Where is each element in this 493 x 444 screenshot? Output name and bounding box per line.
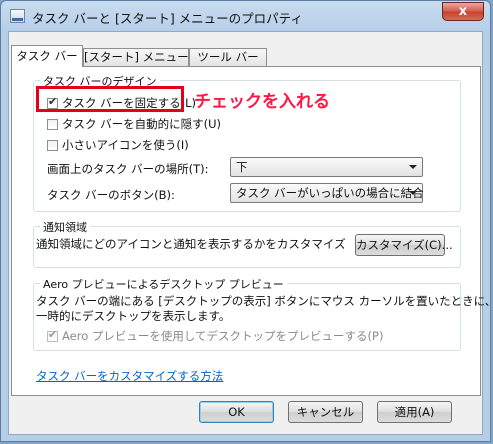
checkbox-box[interactable] [47, 118, 58, 130]
location-dropdown[interactable]: 下 [230, 157, 423, 177]
checkbox-box[interactable] [47, 328, 58, 342]
aero-description-line2: 一時的にデスクトップを表示します。 [36, 309, 231, 323]
tab-toolbars[interactable]: ツール バー [189, 48, 267, 66]
apply-button[interactable]: 適用(A) [377, 401, 452, 423]
help-link[interactable]: タスク バーをカスタマイズする方法 [36, 368, 223, 384]
customize-button[interactable]: カスタマイズ(C)... [355, 234, 453, 256]
checkbox-label: Aero プレビューを使用してデスクトップをプレビューする(P) [62, 329, 384, 343]
taskbar-buttons-dropdown[interactable]: タスク バーがいっぱいの場合に結合 [230, 183, 424, 203]
window-title: タスク バーと [スタート] メニューのプロパティ [32, 11, 303, 26]
small-icons-checkbox[interactable]: 小さいアイコンを使う(I) [47, 137, 189, 153]
chevron-down-icon [409, 191, 417, 195]
ok-button[interactable]: OK [199, 401, 274, 423]
aero-peek-checkbox[interactable]: Aero プレビューを使用してデスクトップをプレビューする(P) [47, 328, 383, 344]
taskbar-tab-panel: タスク バーのデザイン タスク バーを固定する(L) タスク バーを自動的に隠す… [11, 66, 493, 396]
tab-start-menu[interactable]: [スタート] メニュー [83, 48, 189, 66]
dropdown-value: タスク バーがいっぱいの場合に結合 [236, 186, 424, 200]
group-legend: 通知領域 [40, 219, 90, 235]
checkbox-label: 小さいアイコンを使う(I) [62, 138, 189, 152]
auto-hide-checkbox[interactable]: タスク バーを自動的に隠す(U) [47, 116, 221, 132]
cancel-button[interactable]: キャンセル [288, 401, 363, 423]
aero-description-line1: タスク バーの端にある [デスクトップの表示] ボタンにマウス カーソルを置いた… [36, 294, 493, 308]
annotation-text: チェックを入れる [194, 92, 330, 112]
notify-description: 通知領域にどのアイコンと通知を表示するかをカスタマイズします。 [36, 237, 346, 251]
tab-taskbar[interactable]: タスク バー [11, 45, 83, 67]
group-legend: Aero プレビューによるデスクトップ プレビュー [40, 276, 287, 292]
taskbar-properties-icon [10, 9, 25, 23]
checkbox-label: タスク バーを自動的に隠す(U) [62, 117, 222, 131]
title-bar[interactable]: タスク バーと [スタート] メニューのプロパティ x [1, 1, 490, 31]
chevron-down-icon [409, 165, 417, 169]
buttons-label: タスク バーのボタン(B): [47, 188, 175, 202]
checkbox-box[interactable] [47, 139, 58, 151]
highlight-box [36, 86, 184, 112]
dropdown-value: 下 [236, 160, 248, 174]
close-button[interactable]: x [442, 2, 484, 21]
location-label: 画面上のタスク バーの場所(T): [47, 162, 209, 176]
